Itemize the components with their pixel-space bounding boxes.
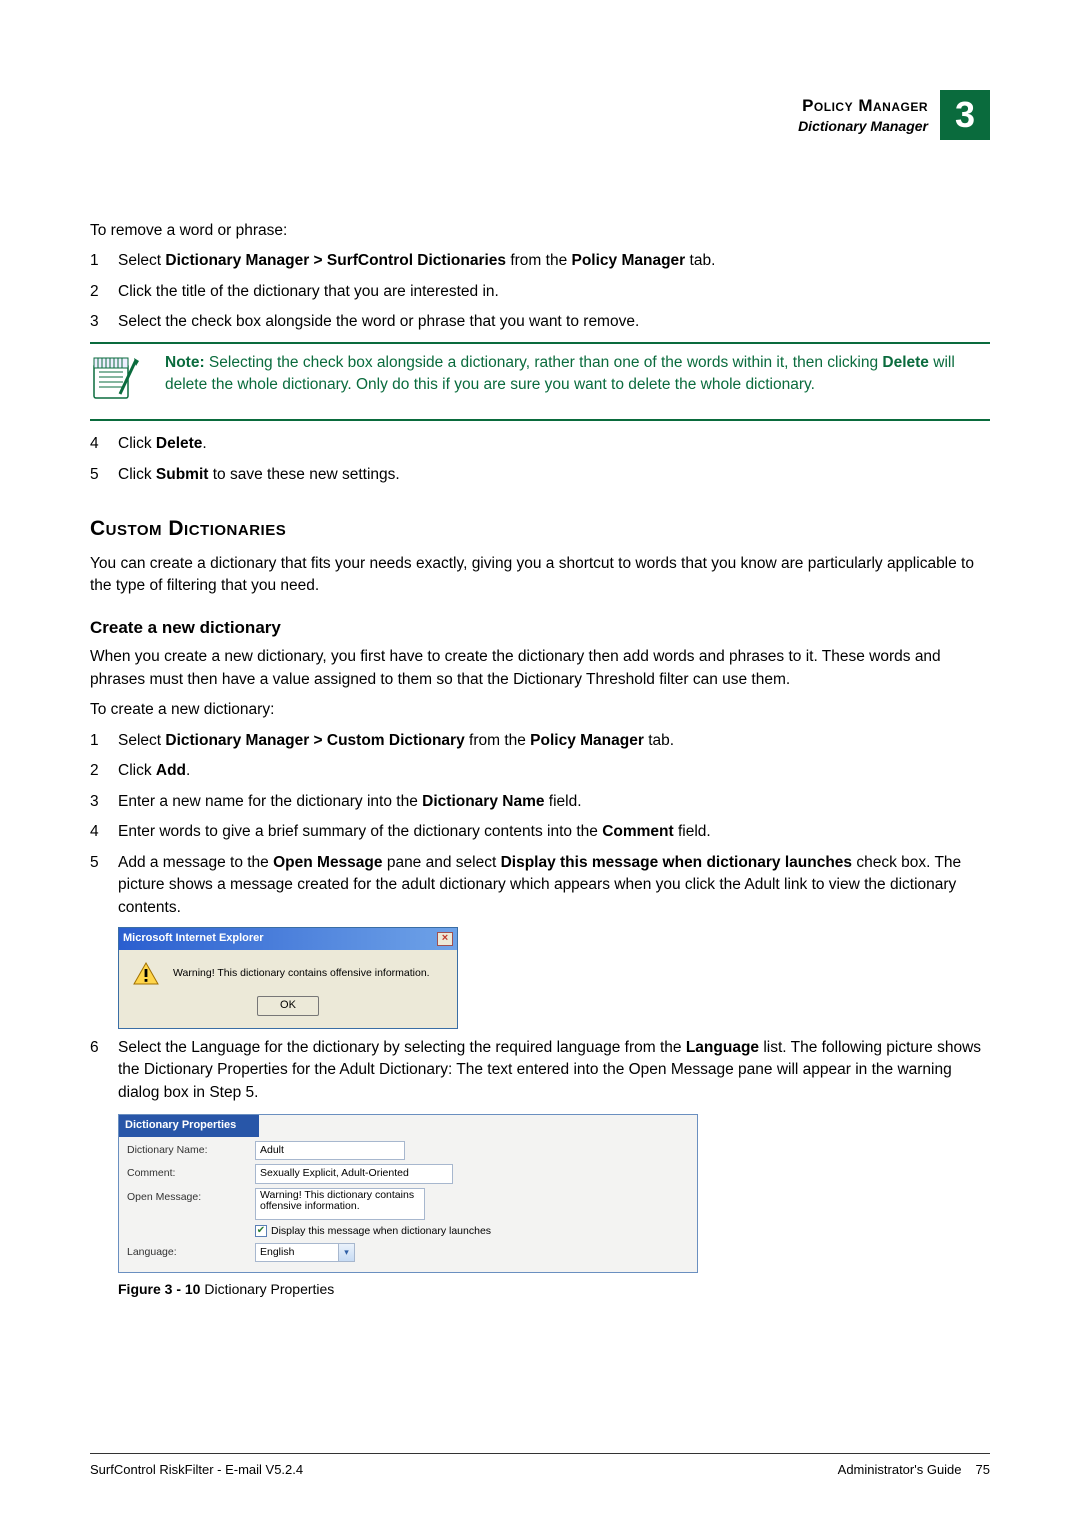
ok-button[interactable]: OK xyxy=(257,996,319,1016)
open-message-label: Open Message: xyxy=(127,1188,247,1205)
list-item: Click Submit to save these new settings. xyxy=(118,464,990,486)
list-item: Select Dictionary Manager > Custom Dicti… xyxy=(118,730,990,752)
header-title: Policy Manager xyxy=(798,95,928,117)
figure-caption: Figure 3 - 10 Dictionary Properties xyxy=(118,1279,990,1299)
warning-icon xyxy=(133,962,159,986)
footer-page-number: 75 xyxy=(976,1462,990,1477)
paragraph: You can create a dictionary that fits yo… xyxy=(90,553,990,598)
note-callout: Note: Selecting the check box alongside … xyxy=(90,342,990,421)
dialog-title-bar: Microsoft Internet Explorer × xyxy=(119,928,457,950)
dictionary-properties-panel: Dictionary Properties Dictionary Name: A… xyxy=(118,1114,698,1273)
list-item: Click Delete. xyxy=(118,433,990,455)
list-item: Select the Language for the dictionary b… xyxy=(118,1037,990,1104)
page-footer: SurfControl RiskFilter - E-mail V5.2.4 A… xyxy=(90,1453,990,1477)
paragraph: To create a new dictionary: xyxy=(90,699,990,721)
list-item: Click the title of the dictionary that y… xyxy=(118,281,990,303)
dictionary-name-field[interactable]: Adult xyxy=(255,1141,405,1160)
list-item: Enter words to give a brief summary of t… xyxy=(118,821,990,843)
remove-steps-list-cont: 4 Click Delete. 5 Click Submit to save t… xyxy=(90,433,990,486)
page-header: Policy Manager Dictionary Manager 3 xyxy=(90,90,990,140)
display-message-checkbox[interactable]: ✔ xyxy=(255,1225,267,1237)
panel-title: Dictionary Properties xyxy=(119,1115,259,1137)
close-icon[interactable]: × xyxy=(437,932,453,946)
list-item: Enter a new name for the dictionary into… xyxy=(118,791,990,813)
note-text: Note: Selecting the check box alongside … xyxy=(165,352,990,397)
scrollbar-icon[interactable] xyxy=(412,1188,426,1222)
chevron-down-icon[interactable]: ▾ xyxy=(339,1243,355,1262)
list-item: Select the check box alongside the word … xyxy=(118,311,990,333)
note-icon xyxy=(90,352,145,411)
ie-warning-dialog: Microsoft Internet Explorer × Warning! T… xyxy=(118,927,458,1029)
open-message-textarea[interactable]: Warning! This dictionary contains offens… xyxy=(255,1188,425,1220)
remove-steps-list: 1 Select Dictionary Manager > SurfContro… xyxy=(90,250,990,333)
language-select[interactable]: English ▾ xyxy=(255,1243,355,1262)
language-label: Language: xyxy=(127,1243,247,1260)
chapter-number-badge: 3 xyxy=(940,90,990,140)
list-item: Add a message to the Open Message pane a… xyxy=(118,852,990,919)
dictionary-name-label: Dictionary Name: xyxy=(127,1141,247,1158)
footer-product: SurfControl RiskFilter - E-mail V5.2.4 xyxy=(90,1462,303,1477)
list-item: Select Dictionary Manager > SurfControl … xyxy=(118,250,990,272)
create-steps-list-cont: 6 Select the Language for the dictionary… xyxy=(90,1037,990,1104)
comment-label: Comment: xyxy=(127,1164,247,1181)
section-heading-custom-dictionaries: Custom Dictionaries xyxy=(90,514,990,544)
header-subtitle: Dictionary Manager xyxy=(798,117,928,135)
paragraph: When you create a new dictionary, you fi… xyxy=(90,646,990,691)
intro-text: To remove a word or phrase: xyxy=(90,220,990,242)
comment-field[interactable]: Sexually Explicit, Adult-Oriented xyxy=(255,1164,453,1183)
display-message-checkbox-label: Display this message when dictionary lau… xyxy=(271,1224,491,1239)
footer-guide: Administrator's Guide xyxy=(838,1462,962,1477)
subheading-create-dictionary: Create a new dictionary xyxy=(90,616,990,641)
dialog-title: Microsoft Internet Explorer xyxy=(123,931,264,947)
create-steps-list: 1 Select Dictionary Manager > Custom Dic… xyxy=(90,730,990,919)
list-item: Click Add. xyxy=(118,760,990,782)
dialog-message: Warning! This dictionary contains offens… xyxy=(173,966,430,981)
